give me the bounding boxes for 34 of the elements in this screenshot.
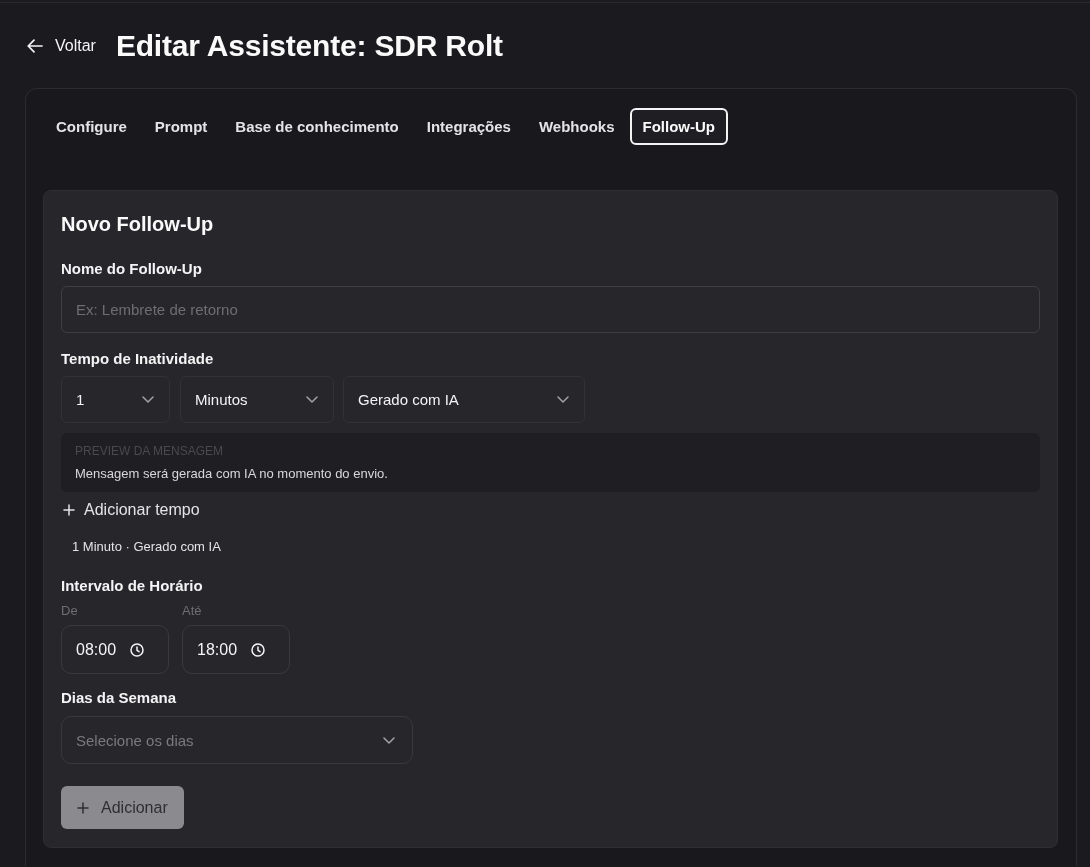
weekday-dropdown[interactable]: Selecione os dias bbox=[61, 716, 413, 764]
preview-text: Mensagem será gerada com IA no momento do envio. bbox=[75, 465, 389, 483]
add-time-button[interactable]: Adicionar tempo bbox=[61, 495, 202, 525]
field-label: Dias da Semana bbox=[61, 688, 177, 708]
time-input[interactable]: 08:00 bbox=[61, 625, 169, 674]
form-title: Novo Follow-Up bbox=[61, 212, 215, 236]
page-title: Editar Assistente: SDR Rolt bbox=[115, 28, 503, 64]
tab[interactable]: Base de conhecimento bbox=[222, 108, 412, 145]
tab[interactable]: Configure bbox=[43, 108, 140, 145]
dropdown[interactable]: 1 bbox=[61, 376, 170, 423]
clock-icon bbox=[130, 642, 145, 657]
tab[interactable]: Webhooks bbox=[525, 108, 628, 145]
tab[interactable]: Follow-Up bbox=[629, 108, 728, 145]
dropdown[interactable]: Minutos bbox=[180, 376, 334, 423]
time-label: Até bbox=[182, 603, 202, 619]
time-input[interactable]: 18:00 bbox=[182, 625, 290, 674]
tab[interactable]: Integrações bbox=[413, 108, 524, 145]
follow-up-entry: 1 Minuto · Gerado com IA bbox=[72, 538, 221, 556]
clock-icon bbox=[251, 642, 266, 657]
plus-icon bbox=[63, 504, 75, 516]
time-label: De bbox=[61, 603, 78, 619]
field-label: Nome do Follow-Up bbox=[61, 259, 202, 279]
field-label: Intervalo de Horário bbox=[61, 576, 203, 596]
dropdown[interactable]: Gerado com IA bbox=[343, 376, 585, 423]
chevron-down-icon bbox=[383, 736, 395, 744]
plus-icon bbox=[77, 801, 89, 814]
chevron-down-icon bbox=[306, 396, 318, 403]
back-button[interactable]: Voltar bbox=[25, 33, 98, 59]
chevron-down-icon bbox=[557, 396, 569, 403]
chevron-down-icon bbox=[142, 396, 154, 403]
tab[interactable]: Prompt bbox=[141, 108, 221, 145]
name-input[interactable]: Ex: Lembrete de retorno bbox=[61, 286, 1040, 333]
field-label: Tempo de Inatividade bbox=[61, 349, 214, 369]
arrow-left-icon bbox=[27, 39, 43, 53]
